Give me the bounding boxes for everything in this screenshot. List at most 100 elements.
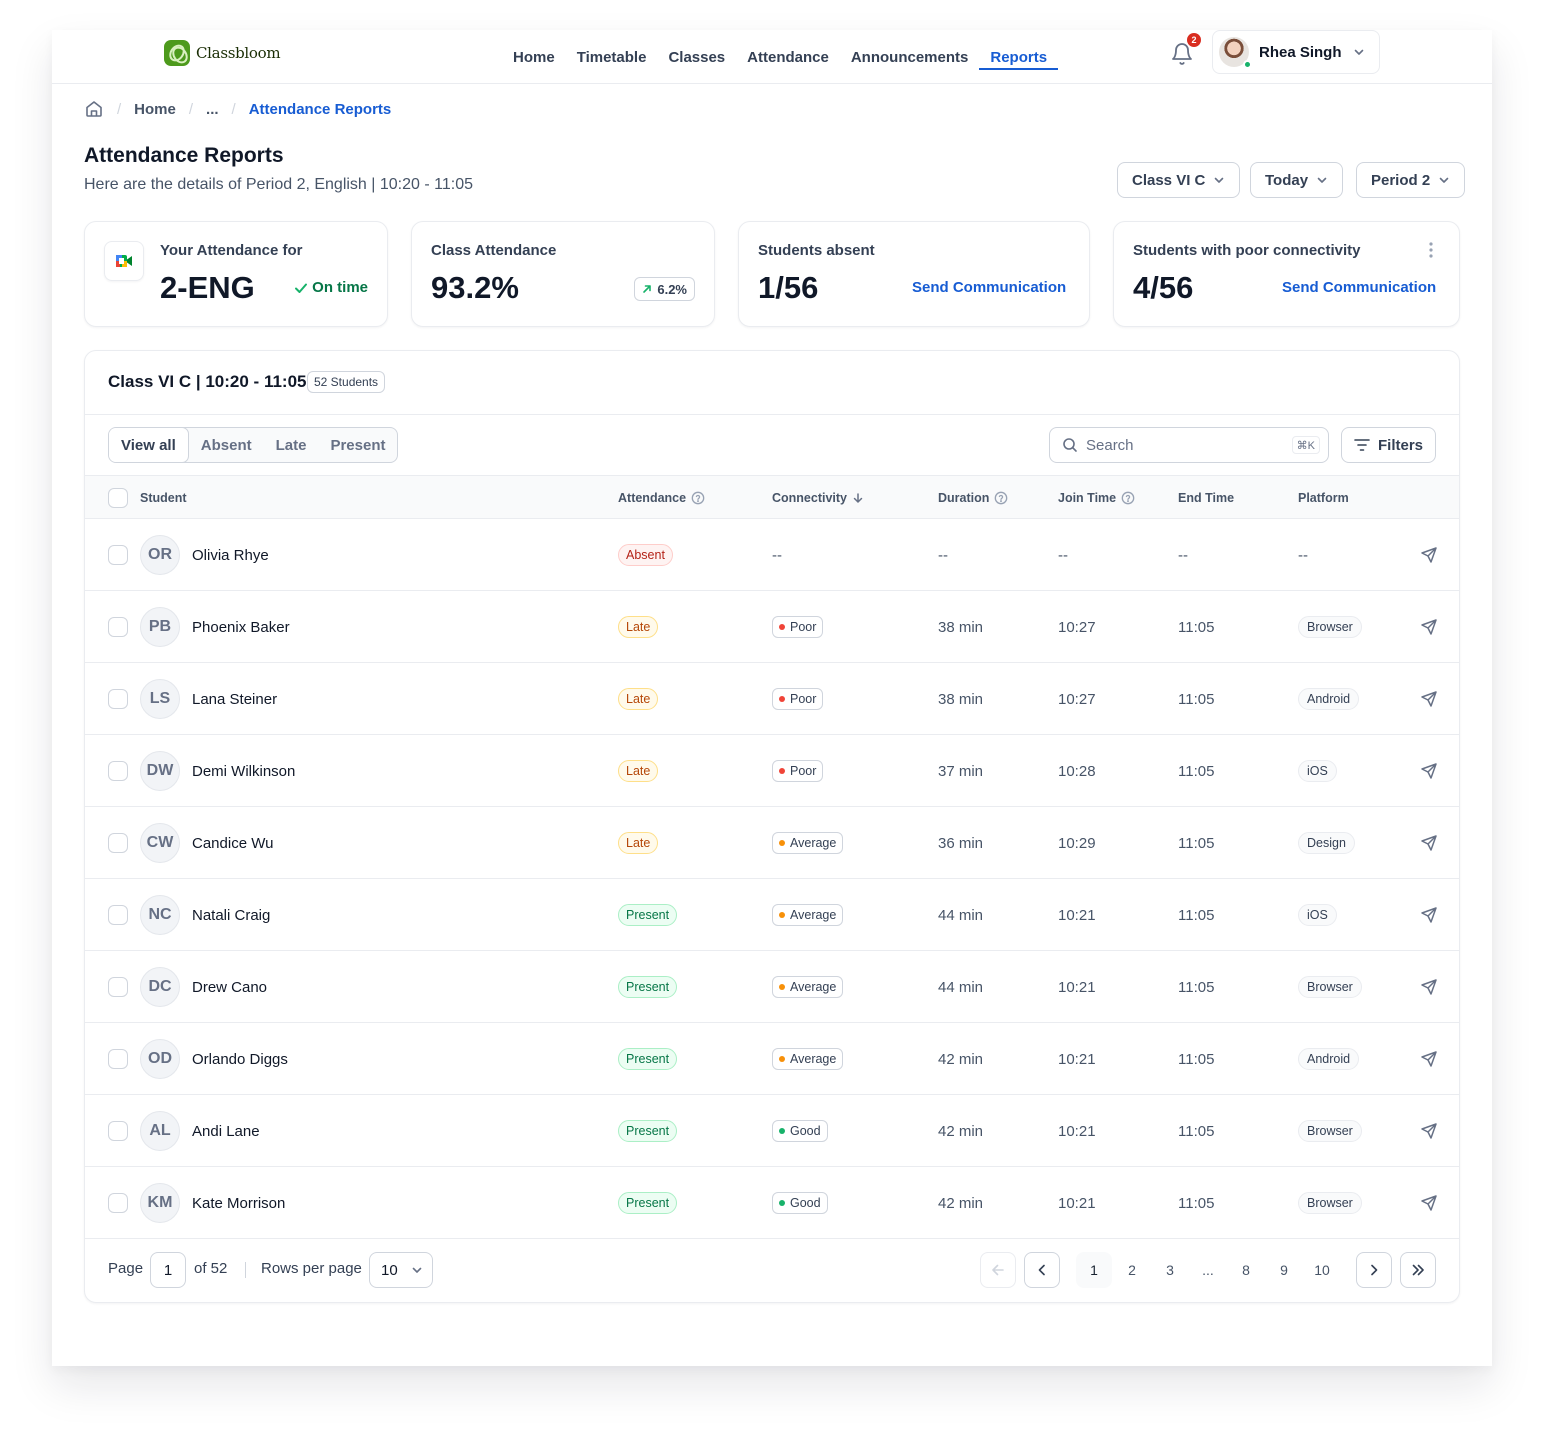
nav-timetable[interactable]: Timetable: [566, 30, 658, 84]
help-circle-icon[interactable]: [691, 491, 705, 505]
table-row[interactable]: CW Candice Wu Late Average 36 min 10:29 11:05 D…: [85, 807, 1459, 879]
home-icon[interactable]: [84, 99, 104, 119]
send-icon[interactable]: [1420, 978, 1438, 996]
row-checkbox[interactable]: [108, 833, 128, 853]
page-button-8[interactable]: 8: [1228, 1252, 1264, 1288]
class-dropdown[interactable]: Class VI C: [1117, 162, 1241, 198]
table-row[interactable]: OD Orlando Diggs Present Average 42 min 10:21…: [85, 1023, 1459, 1095]
filters-button[interactable]: Filters: [1341, 427, 1436, 463]
avatar: OR: [140, 535, 180, 575]
nav-attendance[interactable]: Attendance: [736, 30, 840, 84]
avatar: [1219, 37, 1252, 69]
table-row[interactable]: DW Demi Wilkinson Late Poor 37 min 10:28 11:05…: [85, 735, 1459, 807]
table-row[interactable]: KM Kate Morrison Present Good 42 min 10:21 11:…: [85, 1167, 1459, 1239]
nav-classes[interactable]: Classes: [657, 30, 736, 84]
attendance-badge: Late: [618, 688, 659, 710]
page-number-input[interactable]: 1: [150, 1252, 186, 1288]
connectivity-text: --: [772, 546, 782, 564]
table-row[interactable]: AL Andi Lane Present Good 42 min 10:21 11:05 Br…: [85, 1095, 1459, 1167]
row-checkbox[interactable]: [108, 1049, 128, 1069]
breadcrumb-current[interactable]: Attendance Reports: [249, 101, 392, 118]
join-time-cell: 10:27: [1058, 618, 1096, 636]
tab-view-all[interactable]: View all: [109, 428, 189, 462]
connectivity-cell: Average: [772, 807, 844, 879]
table-row[interactable]: PB Phoenix Baker Late Poor 38 min 10:27 11:05 B…: [85, 591, 1459, 663]
page-button-2[interactable]: 2: [1114, 1252, 1150, 1288]
column-header-join-time[interactable]: Join Time: [1058, 476, 1135, 520]
column-header-connectivity[interactable]: Connectivity: [772, 476, 864, 520]
nav-home[interactable]: Home: [502, 30, 566, 84]
status-dot: [779, 768, 785, 774]
row-checkbox[interactable]: [108, 977, 128, 997]
status-dot: [779, 1128, 785, 1134]
app-window: Classbloom Home Timetable Classes Attend…: [52, 30, 1492, 1366]
breadcrumb-ellipsis[interactable]: ...: [206, 101, 219, 118]
tab-present[interactable]: Present: [318, 428, 397, 462]
more-vertical-icon[interactable]: [1429, 242, 1433, 258]
class-attendance-card: Class Attendance 93.2% 6.2%: [411, 221, 715, 327]
nav-announcements[interactable]: Announcements: [840, 30, 980, 84]
platform-cell: Browser: [1298, 951, 1362, 1023]
nav-reports[interactable]: Reports: [979, 30, 1058, 84]
platform-badge: iOS: [1298, 904, 1337, 926]
end-time-cell: 11:05: [1178, 1194, 1215, 1212]
attendance-badge: Present: [618, 1048, 678, 1070]
send-icon[interactable]: [1420, 762, 1438, 780]
day-dropdown[interactable]: Today: [1250, 162, 1344, 198]
send-communication-connectivity-link[interactable]: Send Communication: [1282, 279, 1436, 296]
row-checkbox[interactable]: [108, 1121, 128, 1141]
column-header-attendance[interactable]: Attendance: [618, 476, 705, 520]
row-checkbox[interactable]: [108, 761, 128, 781]
table-row[interactable]: NC Natali Craig Present Average 44 min 10:21 1…: [85, 879, 1459, 951]
send-icon[interactable]: [1420, 1194, 1438, 1212]
rows-per-page-select[interactable]: 10: [369, 1252, 433, 1288]
last-page-button[interactable]: [1400, 1252, 1436, 1288]
send-icon[interactable]: [1420, 690, 1438, 708]
send-icon[interactable]: [1420, 1050, 1438, 1068]
row-checkbox[interactable]: [108, 1193, 128, 1213]
attendance-badge: Present: [618, 1192, 678, 1214]
period-dropdown[interactable]: Period 2: [1356, 162, 1466, 198]
attendance-cell: Present: [618, 1167, 678, 1239]
user-menu[interactable]: Rhea Singh: [1212, 30, 1380, 74]
table-row[interactable]: LS Lana Steiner Late Poor 38 min 10:27 11:05 An…: [85, 663, 1459, 735]
help-circle-icon[interactable]: [1121, 491, 1135, 505]
page-button-1[interactable]: 1: [1076, 1252, 1112, 1288]
send-icon[interactable]: [1420, 1122, 1438, 1140]
row-checkbox[interactable]: [108, 905, 128, 925]
student-name: Natali Craig: [192, 906, 271, 924]
page-button-9[interactable]: 9: [1266, 1252, 1302, 1288]
page-button-3[interactable]: 3: [1152, 1252, 1188, 1288]
platform-cell: --: [1298, 519, 1308, 591]
send-icon[interactable]: [1420, 618, 1438, 636]
row-checkbox[interactable]: [108, 617, 128, 637]
your-attendance-card: Your Attendance for 2-ENG On time: [84, 221, 388, 327]
previous-page-button[interactable]: [1024, 1252, 1060, 1288]
help-circle-icon[interactable]: [994, 491, 1008, 505]
tab-late[interactable]: Late: [264, 428, 319, 462]
row-checkbox[interactable]: [108, 689, 128, 709]
avatar: DC: [140, 967, 180, 1007]
students-absent-card: Students absent 1/56 Send Communication: [738, 221, 1090, 327]
row-checkbox[interactable]: [108, 545, 128, 565]
table-row[interactable]: DC Drew Cano Present Average 44 min 10:21 11:0…: [85, 951, 1459, 1023]
search-input[interactable]: [1086, 436, 1286, 454]
breadcrumb-home[interactable]: Home: [134, 101, 176, 118]
attendance-badge: Late: [618, 760, 659, 782]
first-page-button[interactable]: [980, 1252, 1016, 1288]
send-icon[interactable]: [1420, 906, 1438, 924]
page-button-10[interactable]: 10: [1304, 1252, 1340, 1288]
column-label: Student: [140, 491, 187, 505]
column-header-duration[interactable]: Duration: [938, 476, 1008, 520]
send-icon[interactable]: [1420, 834, 1438, 852]
table-row[interactable]: OR Olivia Rhye Absent -- -- -- -- --: [85, 519, 1459, 591]
send-communication-absent-link[interactable]: Send Communication: [912, 279, 1066, 296]
platform-cell: Design: [1298, 807, 1355, 879]
attendance-cell: Late: [618, 735, 659, 807]
logo[interactable]: Classbloom: [164, 40, 281, 66]
connectivity-cell: Average: [772, 879, 844, 951]
select-all-checkbox[interactable]: [108, 488, 128, 508]
tab-absent[interactable]: Absent: [189, 428, 264, 462]
send-icon[interactable]: [1420, 546, 1438, 564]
next-page-button[interactable]: [1356, 1252, 1392, 1288]
